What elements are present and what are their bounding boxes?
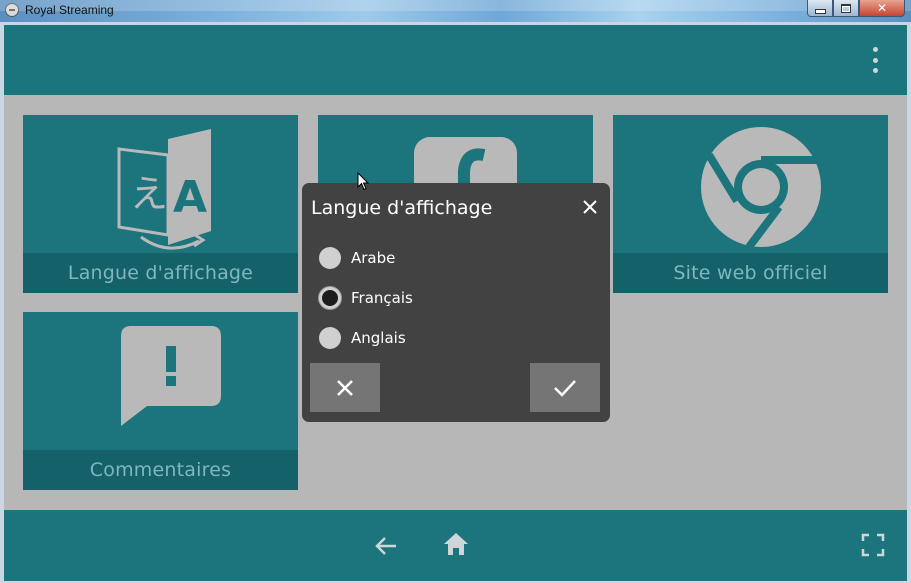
minimize-icon xyxy=(814,8,826,14)
tile-label: Site web officiel xyxy=(613,253,888,293)
minimize-button[interactable] xyxy=(807,0,833,17)
radio-button[interactable] xyxy=(319,327,341,349)
cancel-button[interactable] xyxy=(310,363,380,412)
app-header xyxy=(4,25,907,95)
window-title: Royal Streaming xyxy=(25,3,114,17)
tile-comments[interactable]: Commentaires xyxy=(23,312,298,490)
radio-label: Arabe xyxy=(351,249,396,267)
close-icon xyxy=(337,379,353,396)
radio-option-francais[interactable]: Français xyxy=(319,285,413,311)
dialog-title: Langue d'affichage xyxy=(311,197,493,219)
fullscreen-icon[interactable] xyxy=(860,532,886,558)
radio-button-selected[interactable] xyxy=(319,287,341,309)
chrome-icon xyxy=(701,127,821,250)
tile-label: Commentaires xyxy=(23,450,298,490)
radio-option-anglais[interactable]: Anglais xyxy=(319,325,406,351)
svg-text:A: A xyxy=(173,172,207,223)
window-titlebar[interactable]: Royal Streaming ✕ xyxy=(0,0,911,22)
app-footer xyxy=(4,510,907,581)
translate-icon: え A xyxy=(117,129,211,250)
tile-label: Langue d'affichage xyxy=(23,253,298,293)
confirm-button[interactable] xyxy=(530,363,600,412)
close-window-icon: ✕ xyxy=(876,1,888,15)
tile-display-language[interactable]: え A Langue d'affichage xyxy=(23,115,298,293)
maximize-icon xyxy=(841,3,851,13)
window-controls: ✕ xyxy=(807,0,905,17)
more-vertical-icon[interactable] xyxy=(863,47,887,73)
close-icon[interactable] xyxy=(580,197,600,217)
screenshot-frame: Royal Streaming ✕ え A Langue d'affichage… xyxy=(0,0,911,583)
radio-label: Français xyxy=(351,289,413,307)
mouse-cursor-icon xyxy=(357,172,369,191)
close-window-button[interactable]: ✕ xyxy=(859,0,905,17)
radio-option-arabe[interactable]: Arabe xyxy=(319,245,395,271)
maximize-button[interactable] xyxy=(833,0,859,17)
check-icon xyxy=(554,379,576,397)
home-icon[interactable] xyxy=(440,528,472,560)
radio-label: Anglais xyxy=(351,329,406,347)
app-icon xyxy=(5,3,19,17)
language-dialog: Langue d'affichage Arabe Français Anglai… xyxy=(302,183,610,422)
svg-text:え: え xyxy=(130,172,168,216)
feedback-icon xyxy=(121,326,221,426)
arrow-left-icon[interactable] xyxy=(370,530,402,562)
tile-official-website[interactable]: Site web officiel xyxy=(613,115,888,293)
radio-button[interactable] xyxy=(319,247,341,269)
